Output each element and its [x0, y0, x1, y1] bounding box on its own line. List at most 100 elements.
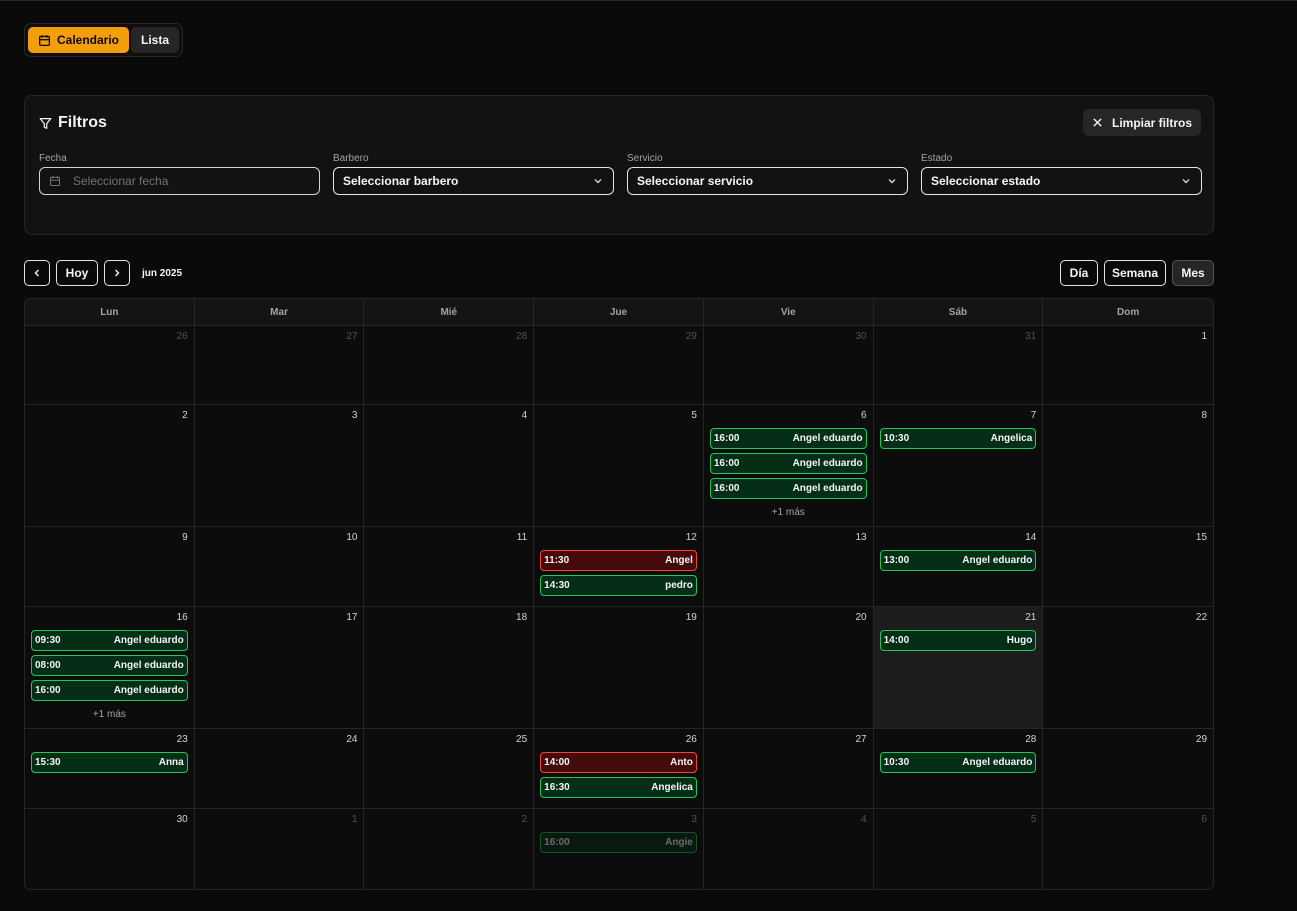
view-day-button[interactable]: Día — [1060, 260, 1098, 286]
appointment-event[interactable]: 09:30 Angel eduardo — [31, 630, 188, 651]
day-cell[interactable]: 7 10:30 Angelica — [874, 405, 1044, 526]
day-cell[interactable]: 6 — [1043, 809, 1213, 889]
day-cell[interactable]: 16 09:30 Angel eduardo 08:00 Angel eduardo 16… — [25, 607, 195, 728]
day-cell[interactable]: 3 16:00 Angie — [534, 809, 704, 889]
day-cell[interactable]: 19 — [534, 607, 704, 728]
day-cell[interactable]: 6 16:00 Angel eduardo 16:00 Angel eduardo 16:… — [704, 405, 874, 526]
calendar-view-label: Calendario — [57, 33, 120, 47]
appointment-event[interactable]: 16:00 Angie — [540, 832, 697, 853]
service-select[interactable]: Seleccionar servicio — [627, 167, 908, 195]
day-cell[interactable]: 22 — [1043, 607, 1213, 728]
day-cell[interactable]: 2 — [25, 405, 195, 526]
day-cell[interactable]: 20 — [704, 607, 874, 728]
event-client-name: Hugo — [1006, 635, 1033, 646]
clear-filters-button[interactable]: Limpiar filtros — [1082, 109, 1201, 136]
day-cell[interactable]: 31 — [874, 326, 1044, 404]
view-month-button[interactable]: Mes — [1172, 260, 1214, 286]
day-cell[interactable]: 14 13:00 Angel eduardo — [874, 527, 1044, 606]
day-cell[interactable]: 5 — [874, 809, 1044, 889]
day-cell[interactable]: 3 — [195, 405, 365, 526]
appointment-event[interactable]: 14:30 pedro — [540, 575, 697, 596]
appointment-event[interactable]: 10:30 Angelica — [879, 428, 1037, 449]
day-cell[interactable]: 26 — [25, 326, 195, 404]
day-cell[interactable]: 25 — [364, 729, 535, 808]
event-client-name: Angel eduardo — [113, 685, 184, 696]
day-cell[interactable]: 28 10:30 Angel eduardo — [874, 729, 1044, 808]
filters-card: Filtros Limpiar filtros Fecha Selecciona… — [24, 95, 1214, 235]
appointment-event[interactable]: 16:00 Angel eduardo — [709, 453, 867, 474]
day-number: 21 — [1025, 612, 1037, 623]
day-cell[interactable]: 12 11:30 Angel 14:30 pedro — [534, 527, 704, 606]
day-cell[interactable]: 9 — [25, 527, 195, 606]
list-view-button[interactable]: Lista — [131, 27, 180, 53]
event-client-name: Angel — [665, 555, 693, 566]
week-row: 9 10 11 12 11:30 Angel 14:30 pedro 13 14 13:00 Ange… — [25, 527, 1213, 607]
appointment-event[interactable]: 13:00 Angel eduardo — [879, 550, 1037, 571]
day-cell[interactable]: 13 — [704, 527, 874, 606]
appointment-event[interactable]: 16:00 Angel eduardo — [709, 428, 867, 449]
day-cell[interactable]: 27 — [195, 326, 365, 404]
prev-month-button[interactable] — [24, 260, 50, 286]
view-week-button[interactable]: Semana — [1104, 260, 1166, 286]
day-cell[interactable]: 26 14:00 Anto 16:30 Angelica — [534, 729, 704, 808]
day-cell[interactable]: 29 — [1043, 729, 1213, 808]
appointment-event[interactable]: 08:00 Angel eduardo — [31, 655, 188, 676]
day-cell[interactable]: 11 — [364, 527, 535, 606]
day-cell[interactable]: 4 — [704, 809, 874, 889]
appointment-event[interactable]: 10:30 Angel eduardo — [879, 752, 1037, 773]
next-month-button[interactable] — [104, 260, 130, 286]
day-cell[interactable]: 4 — [364, 405, 535, 526]
appointment-event[interactable]: 16:00 Angel eduardo — [709, 478, 867, 499]
day-cell[interactable]: 10 — [195, 527, 365, 606]
appointment-event[interactable]: 14:00 Hugo — [879, 630, 1037, 651]
calendar-view-button[interactable]: Calendario — [28, 27, 130, 53]
day-cell[interactable]: 8 — [1043, 405, 1213, 526]
month-calendar: Lun Mar Mié Jue Vie Sáb Dom 26 27 28 29 30 31 1 2 3 4 5 6… — [24, 298, 1214, 890]
view-week-label: Semana — [1111, 266, 1159, 280]
day-cell[interactable]: 1 — [195, 809, 365, 889]
status-select[interactable]: Seleccionar estado — [921, 167, 1202, 195]
appointment-event[interactable]: 14:00 Anto — [540, 752, 697, 773]
event-client-name: Angel eduardo — [792, 458, 863, 469]
day-cell[interactable]: 29 — [534, 326, 704, 404]
day-number: 28 — [516, 331, 528, 342]
event-time: 14:00 — [883, 635, 910, 646]
day-cell[interactable]: 30 — [704, 326, 874, 404]
date-filter-input[interactable]: Seleccionar fecha — [39, 167, 320, 195]
day-number: 7 — [1030, 410, 1037, 421]
barber-filter-label: Barbero — [333, 153, 369, 164]
view-month-label: Mes — [1181, 266, 1205, 280]
day-cell-today[interactable]: 21 14:00 Hugo — [873, 607, 1044, 728]
calendar-body: 26 27 28 29 30 31 1 2 3 4 5 6 16:00 Angel eduardo 16:0… — [25, 326, 1213, 889]
day-cell[interactable]: 2 — [364, 809, 535, 889]
weekday-label: Sáb — [874, 299, 1044, 325]
service-filter-label: Servicio — [627, 153, 663, 164]
chevron-down-icon — [1182, 179, 1190, 184]
day-cell[interactable]: 1 — [1043, 326, 1213, 404]
day-number: 2 — [182, 410, 188, 421]
appointment-event[interactable]: 16:00 Angel eduardo — [31, 680, 188, 701]
day-number: 27 — [855, 734, 867, 745]
event-time: 10:30 — [883, 433, 910, 444]
day-cell[interactable]: 5 — [534, 405, 704, 526]
event-client-name: Anna — [158, 757, 184, 768]
event-time: 16:30 — [544, 782, 570, 793]
day-number: 4 — [861, 814, 867, 825]
appointment-event[interactable]: 11:30 Angel — [540, 550, 697, 571]
barber-select[interactable]: Seleccionar barbero — [333, 167, 614, 195]
day-number: 14 — [1025, 532, 1037, 543]
appointment-event[interactable]: 16:30 Angelica — [540, 777, 697, 798]
day-cell[interactable]: 15 — [1043, 527, 1213, 606]
day-cell[interactable]: 18 — [364, 607, 535, 728]
day-cell[interactable]: 23 15:30 Anna — [25, 729, 195, 808]
appointment-event[interactable]: 15:30 Anna — [31, 752, 188, 773]
day-number: 10 — [346, 532, 358, 543]
day-cell[interactable]: 30 — [25, 809, 195, 889]
day-cell[interactable]: 24 — [195, 729, 365, 808]
day-cell[interactable]: 27 — [704, 729, 874, 808]
day-cell[interactable]: 28 — [364, 326, 535, 404]
more-events-link[interactable]: +1 más — [710, 507, 867, 518]
today-button[interactable]: Hoy — [56, 260, 98, 286]
more-events-link[interactable]: +1 más — [31, 709, 188, 720]
day-cell[interactable]: 17 — [195, 607, 365, 728]
